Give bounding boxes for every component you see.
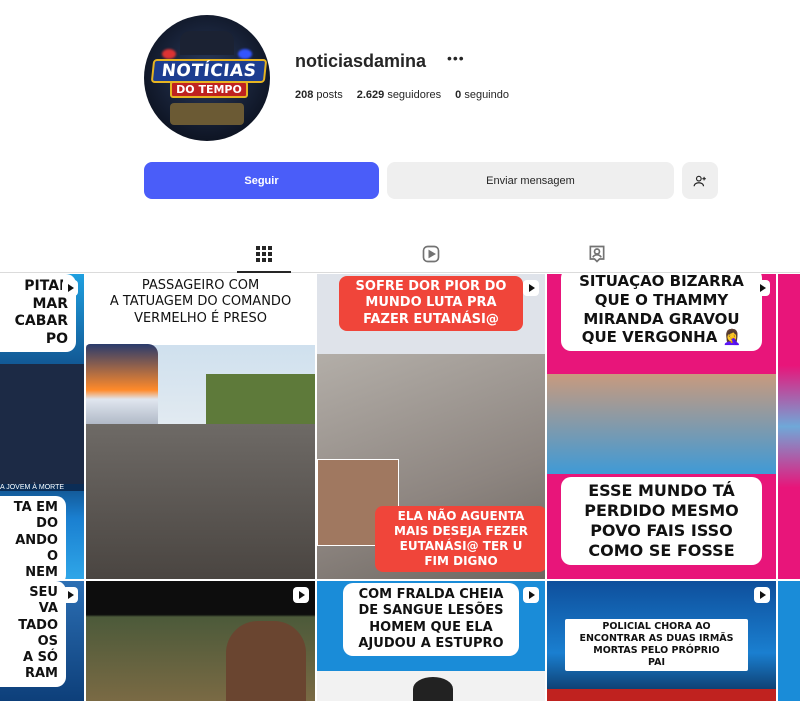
post-thumbnail[interactable] [86, 581, 315, 701]
news-photo [0, 364, 84, 484]
tab-reels[interactable] [419, 242, 443, 266]
post-caption: SITUAÇÃO BIZARRA QUE O THAMMY MIRANDA GR… [561, 274, 762, 351]
following-count: 0 [455, 89, 462, 101]
post-thumbnail[interactable]: SEU VA TADO OS A SÓ RAM [0, 581, 84, 701]
reel-icon [62, 280, 78, 296]
profile-avatar[interactable]: NOTÍCIAS DO TEMPO [144, 15, 270, 141]
post-caption: PASSAGEIRO COM A TATUAGEM DO COMANDO VER… [109, 278, 292, 326]
pool-photo [547, 374, 776, 474]
followers-label: seguidores [387, 89, 442, 101]
tab-posts[interactable] [252, 242, 276, 266]
reel-icon [754, 280, 770, 296]
reel-icon [62, 587, 78, 603]
trees [206, 374, 315, 424]
avatar-logo-line2: DO TEMPO [170, 81, 248, 98]
siren-red [162, 49, 176, 59]
post-thumbnail[interactable] [778, 274, 800, 579]
post-caption-2: TA EM DO ANDO O NEM [0, 496, 66, 579]
avatar-figures [180, 31, 234, 55]
avatar-money-bag [170, 103, 244, 125]
posts-count: 208 [295, 89, 314, 101]
post-caption-2: ESSE MUNDO TÁ PERDIDO MESMO POVO FAIS IS… [561, 477, 762, 565]
tab-tagged[interactable] [585, 242, 609, 266]
siren-blue [238, 49, 252, 59]
reel-icon [293, 587, 309, 603]
avatar-logo-line1: NOTÍCIAS [150, 59, 268, 83]
post-thumbnail[interactable]: SITUAÇÃO BIZARRA QUE O THAMMY MIRANDA GR… [547, 274, 776, 579]
grid-icon [256, 246, 272, 262]
post-caption-2: ELA NÃO AGUENTA MAIS DESEJA FEZER EUTANÁ… [375, 506, 545, 572]
reels-icon [422, 245, 440, 263]
following-label: seguindo [464, 89, 509, 101]
profile-stats: 208 posts 2.629 seguidores 0 seguindo [295, 89, 509, 101]
news-ticker: A JOVEM À MORTE [0, 484, 84, 491]
person-add-icon [693, 175, 706, 186]
post-thumbnail[interactable]: POLICIAL CHORA AO ENCONTRAR AS DUAS IRMÃ… [547, 581, 776, 701]
road [86, 424, 315, 579]
tabs-divider [0, 272, 800, 273]
post-thumbnail[interactable]: PITAL MAR CABAR PO A JOVEM À MORTE TA EM… [0, 274, 84, 579]
profile-username: noticiasdamina [295, 51, 427, 71]
reel-icon [523, 587, 539, 603]
posts-stat: 208 posts [295, 89, 343, 101]
post-thumbnail[interactable] [778, 581, 800, 701]
reel-icon [754, 587, 770, 603]
reel-icon [523, 280, 539, 296]
more-options-icon[interactable]: ••• [447, 50, 465, 66]
post-caption: SEU VA TADO OS A SÓ RAM [0, 581, 66, 687]
followers-stat[interactable]: 2.629 seguidores [357, 89, 441, 101]
post-caption: COM FRALDA CHEIA DE SANGUE LESÕES HOMEM … [343, 583, 519, 656]
post-thumbnail[interactable]: PASSAGEIRO COM A TATUAGEM DO COMANDO VER… [86, 274, 315, 579]
followers-count: 2.629 [356, 89, 385, 101]
follow-button[interactable]: Seguir [144, 162, 379, 199]
send-message-button[interactable]: Enviar mensagem [387, 162, 674, 199]
woman-photo [226, 621, 306, 701]
suggest-user-button[interactable] [682, 162, 718, 199]
posts-label: posts [316, 89, 343, 101]
person-head [413, 677, 453, 701]
posts-grid: PITAL MAR CABAR PO A JOVEM À MORTE TA EM… [0, 274, 800, 701]
tagged-icon [589, 245, 605, 263]
post-caption: SOFRE DOR PIOR DO MUNDO LUTA PRA FAZER E… [339, 276, 523, 331]
news-bar [547, 689, 776, 701]
bus [86, 344, 158, 436]
following-stat[interactable]: 0 seguindo [455, 89, 509, 101]
active-tab-indicator [237, 271, 291, 273]
post-caption: POLICIAL CHORA AO ENCONTRAR AS DUAS IRMÃ… [565, 619, 748, 671]
post-thumbnail[interactable]: COM FRALDA CHEIA DE SANGUE LESÕES HOMEM … [317, 581, 545, 701]
post-thumbnail[interactable]: SOFRE DOR PIOR DO MUNDO LUTA PRA FAZER E… [317, 274, 545, 579]
